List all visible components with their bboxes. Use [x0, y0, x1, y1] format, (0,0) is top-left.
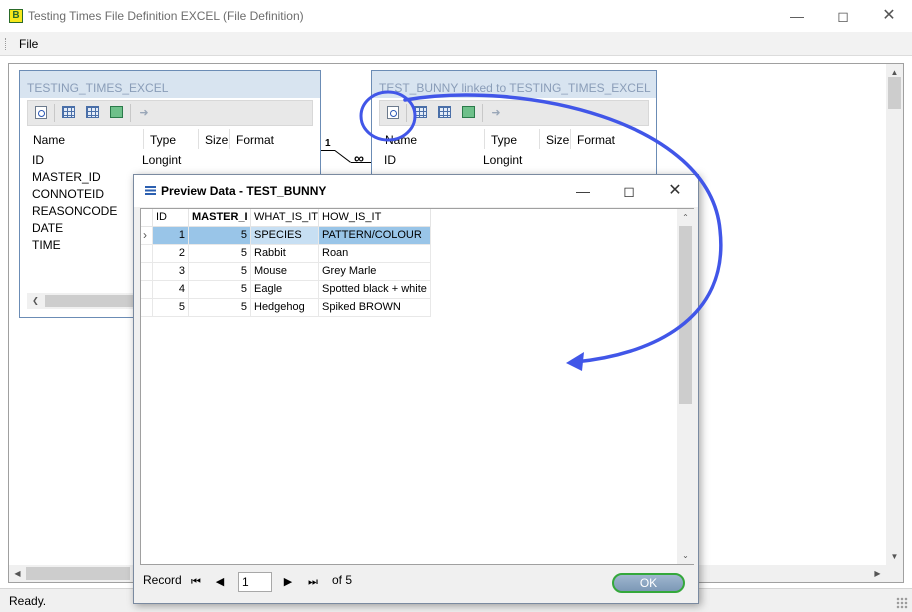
annotation-arrow — [403, 93, 723, 364]
annotation-overlay — [359, 90, 723, 371]
annotation-arrowhead — [566, 352, 584, 371]
